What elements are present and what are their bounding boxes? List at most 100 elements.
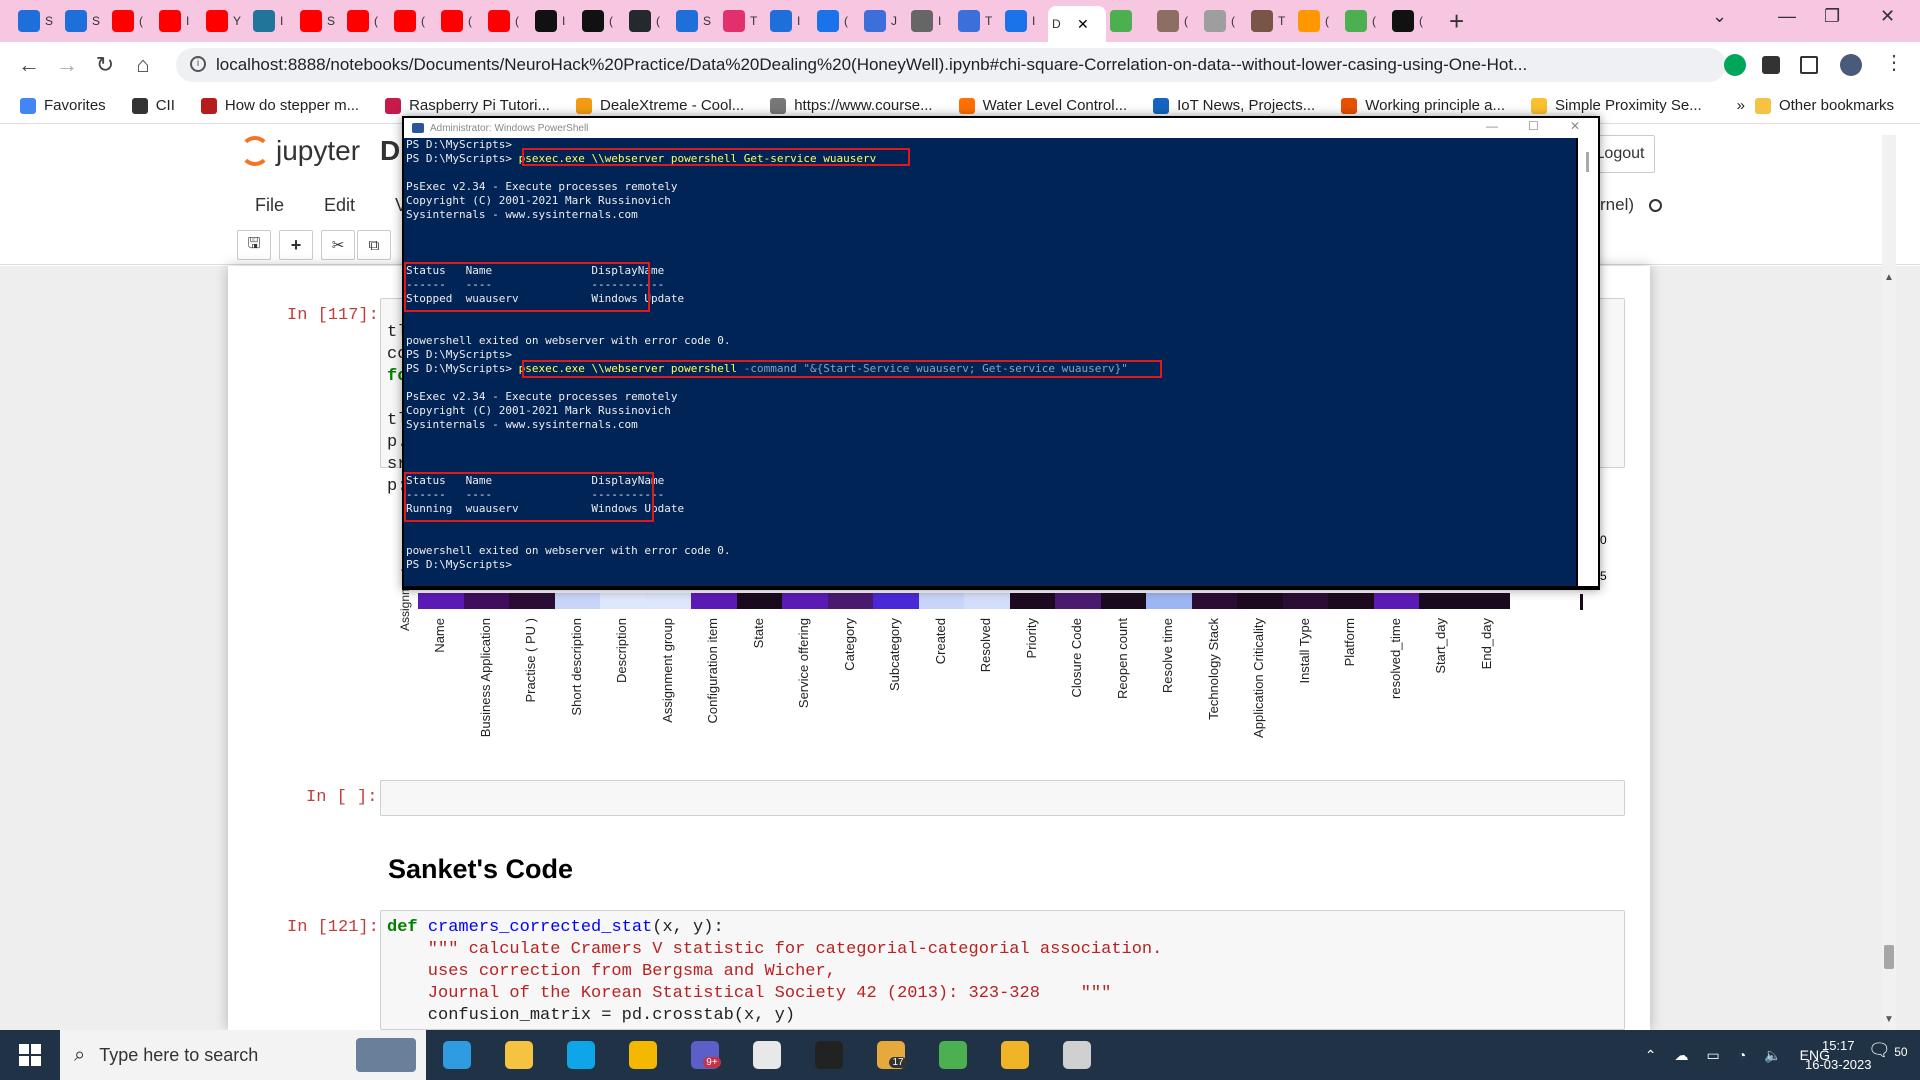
taskbar-app-edge[interactable] (426, 1030, 488, 1080)
show-hidden-icons[interactable]: ⌃ (1645, 1047, 1657, 1064)
browser-tab[interactable]: ( (437, 6, 484, 36)
browser-tab[interactable] (1106, 6, 1153, 36)
browser-tab[interactable]: Y (202, 6, 249, 36)
bookmark-item[interactable]: IoT News, Projects... (1153, 97, 1315, 114)
notebook-title[interactable]: D (380, 135, 400, 167)
browser-tab[interactable]: ( (1153, 6, 1200, 36)
browser-tab[interactable]: ( (813, 6, 860, 36)
clock[interactable]: 15:17 16-03-2023 (1805, 1036, 1872, 1074)
insert-cell-button[interactable]: + (279, 230, 313, 260)
taskbar-app-maps[interactable] (922, 1030, 984, 1080)
bookmark-item[interactable]: DealeXtreme - Cool... (575, 97, 744, 114)
browser-tab[interactable]: I (907, 6, 954, 36)
cell-121-input[interactable]: def cramers_corrected_stat(x, y): """ ca… (380, 910, 1625, 1030)
taskbar-app-app[interactable] (1046, 1030, 1108, 1080)
save-button[interactable]: 🖫 (237, 230, 271, 260)
browser-tab[interactable]: T (954, 6, 1001, 36)
empty-cell-input[interactable] (380, 780, 1625, 816)
browser-tab[interactable]: ( (1388, 6, 1435, 36)
powershell-scrollbar[interactable] (1578, 138, 1598, 586)
cut-button[interactable]: ✂ (321, 230, 355, 260)
browser-tab[interactable]: J (860, 6, 907, 36)
powershell-titlebar[interactable]: Administrator: Windows PowerShell — ☐ ✕ (404, 118, 1598, 138)
scroll-up-icon[interactable]: ▲ (1884, 272, 1894, 283)
home-icon[interactable]: ⌂ (124, 52, 162, 78)
reload-icon[interactable]: ↻ (86, 52, 124, 78)
profile-avatar[interactable] (1840, 54, 1862, 76)
menu-file[interactable]: File (255, 195, 284, 216)
browser-tab[interactable]: ( (108, 6, 155, 36)
notification-center[interactable]: 🗨 50 (1868, 1040, 1908, 1061)
onedrive-icon[interactable]: ☁ (1675, 1047, 1689, 1064)
browser-tab[interactable]: ( (343, 6, 390, 36)
taskbar-app-teams[interactable]: 9+ (674, 1030, 736, 1080)
site-info-icon[interactable]: i (190, 56, 206, 72)
start-button[interactable] (0, 1030, 60, 1080)
powershell-scrollbar-thumb[interactable] (1586, 152, 1589, 172)
ps-maximize-icon[interactable]: ☐ (1528, 119, 1539, 133)
browser-tab[interactable]: S (61, 6, 108, 36)
browser-tab[interactable]: I (1001, 6, 1048, 36)
forward-icon[interactable]: → (48, 52, 86, 78)
address-bar[interactable]: i localhost:8888/notebooks/Documents/Neu… (176, 48, 1726, 82)
browser-tab[interactable]: I (249, 6, 296, 36)
copy-button[interactable]: ⧉ (357, 230, 391, 260)
tab-search-icon[interactable]: ⌄ (1712, 6, 1727, 27)
battery-icon[interactable]: ▭ (1707, 1047, 1720, 1064)
scroll-down-icon[interactable]: ▼ (1884, 1014, 1894, 1025)
browser-tab[interactable]: S (296, 6, 343, 36)
powershell-window[interactable]: Administrator: Windows PowerShell — ☐ ✕ … (402, 116, 1600, 590)
jupyter-logo[interactable]: jupyter D (240, 135, 400, 167)
browser-tab[interactable]: S (14, 6, 61, 36)
browser-tab[interactable]: ( (1341, 6, 1388, 36)
browser-tab[interactable]: ( (578, 6, 625, 36)
minimize-icon[interactable]: — (1778, 6, 1796, 27)
active-browser-tab[interactable]: D ✕ (1048, 6, 1106, 42)
taskbar-app-wps[interactable] (612, 1030, 674, 1080)
taskbar-app-explorer[interactable] (488, 1030, 550, 1080)
ps-close-icon[interactable]: ✕ (1570, 119, 1580, 133)
taskbar-app-mail[interactable]: 17 (860, 1030, 922, 1080)
taskbar-search[interactable]: ⌕ Type here to search (60, 1030, 426, 1080)
browser-tab[interactable]: I (155, 6, 202, 36)
bookmark-item[interactable]: Favorites (20, 97, 106, 114)
tab-close-icon[interactable]: ✕ (1077, 16, 1089, 33)
taskbar-app-store[interactable] (550, 1030, 612, 1080)
browser-tab[interactable]: ( (484, 6, 531, 36)
browser-tab[interactable]: I (766, 6, 813, 36)
other-bookmarks[interactable]: Other bookmarks (1754, 97, 1894, 114)
browser-tab[interactable]: ( (625, 6, 672, 36)
taskbar-app-chrome[interactable] (736, 1030, 798, 1080)
volume-icon[interactable]: 🔈 (1764, 1047, 1781, 1064)
bookmark-item[interactable]: Water Level Control... (958, 97, 1127, 114)
back-icon[interactable]: ← (10, 52, 48, 78)
bookmarks-overflow-button[interactable]: » (1737, 97, 1745, 114)
menu-edit[interactable]: Edit (324, 195, 355, 216)
taskbar-app-terminal[interactable] (798, 1030, 860, 1080)
side-panel-icon[interactable] (1800, 56, 1818, 74)
browser-tab[interactable]: I (531, 6, 578, 36)
browser-tab[interactable]: T (1247, 6, 1294, 36)
browser-tab[interactable]: ( (1294, 6, 1341, 36)
new-tab-button[interactable]: + (1449, 6, 1464, 37)
restore-icon[interactable]: ❐ (1824, 6, 1840, 27)
browser-tab[interactable]: S (672, 6, 719, 36)
wifi-icon[interactable]: ◔ (1738, 1047, 1746, 1063)
bookmark-item[interactable]: How do stepper m... (200, 97, 359, 114)
bookmark-item[interactable]: CII (131, 97, 175, 114)
page-scrollbar-thumb[interactable] (1884, 945, 1894, 969)
grammarly-extension-icon[interactable] (1724, 54, 1746, 76)
browser-tab[interactable]: ( (1200, 6, 1247, 36)
powershell-console[interactable]: PS D:\MyScripts> PS D:\MyScripts> psexec.… (404, 138, 1576, 586)
more-menu-icon[interactable]: ⋮ (1884, 50, 1906, 74)
browser-tab[interactable]: T (719, 6, 766, 36)
ps-minimize-icon[interactable]: — (1486, 119, 1498, 133)
close-window-icon[interactable]: ✕ (1880, 6, 1895, 27)
bookmark-item[interactable]: Working principle a... (1341, 97, 1505, 114)
taskbar-app-vscode[interactable] (984, 1030, 1046, 1080)
page-scrollbar[interactable] (1882, 135, 1896, 1030)
bookmark-item[interactable]: https://www.course... (770, 97, 933, 114)
browser-tab[interactable]: ( (390, 6, 437, 36)
bookmark-item[interactable]: Raspberry Pi Tutori... (385, 97, 550, 114)
extensions-icon[interactable] (1762, 56, 1780, 74)
